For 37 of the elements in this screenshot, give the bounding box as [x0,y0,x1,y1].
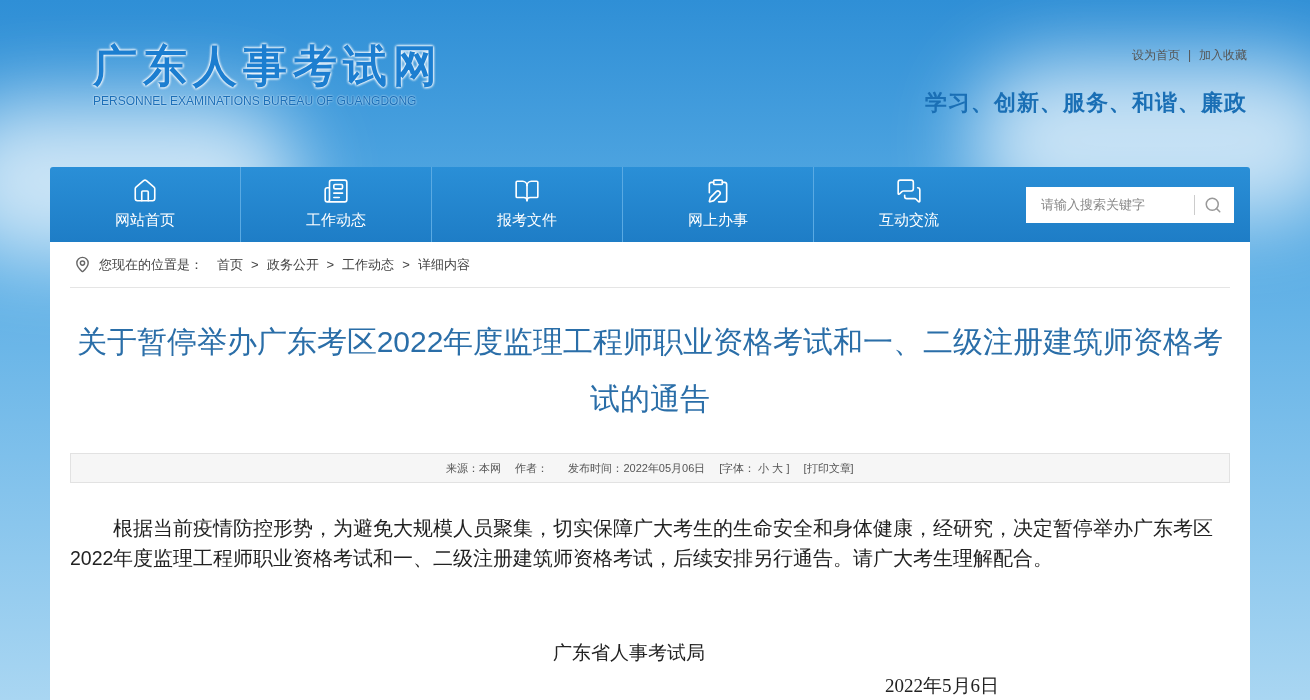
set-homepage-link[interactable]: 设为首页 [1131,46,1180,64]
breadcrumb-link[interactable]: 工作动态 [342,254,395,275]
publish-date: 发布时间：2022年05月06日 [568,460,706,476]
search-icon[interactable] [1204,195,1222,214]
nav-item[interactable]: 报考文件 [432,167,622,242]
breadcrumb-link[interactable]: 政务公开 [266,254,319,275]
nav-item[interactable]: 网上办事 [623,167,813,242]
signature: 广东省人事考试局 [553,642,705,663]
article-author: 作者： [515,460,549,476]
font-size-bracket: ] [786,460,790,476]
breadcrumb-separator: > [251,255,259,274]
breadcrumb-link[interactable]: 详细内容 [417,254,470,275]
link-separator: | [1187,47,1191,64]
signature-date: 2022年5月6日 [885,674,999,696]
home-icon [132,177,158,204]
bookmark-link[interactable]: 加入收藏 [1199,46,1247,64]
nav-item[interactable]: 工作动态 [241,167,431,242]
book-icon [514,177,540,204]
slogan: 学习、创新、服务、和谐、廉政 [925,89,1247,117]
article-body: 根据当前疫情防控形势，为避免大规模人员聚集，切实保障广大考生的生命安全和身体健康，经研究，决定暂停举办广东考区2022年度监理工程师职业资格考试和一、二级注册建筑师资格考试，后续安排另行通告。请广大考生理解配合。 [70,516,1214,571]
font-size-link[interactable]: 大 [772,459,784,477]
location-pin-icon [74,256,91,274]
breadcrumb-separator: > [326,255,335,274]
article-source: 来源：本网 [446,460,502,476]
document-icon [323,177,349,204]
breadcrumb-separator: > [402,255,410,274]
site-logo-subtitle: PERSONNEL EXAMINATIONS BUREAU OF GUANGDONG [93,93,418,109]
print-article-link[interactable]: [打印文章] [803,459,854,477]
article-title: 关于暂停举办广东考区2022年度监理工程师职业资格考试和一、二级注册建筑师资格考试的通告 [75,324,1225,418]
font-size-link[interactable]: 小 [758,459,770,477]
breadcrumb-link[interactable]: 首页 [217,254,243,275]
site-logo-title: 广东人事考试网 [93,40,443,92]
search-field[interactable]: 请输入搜索关键字 [1026,186,1234,223]
breadcrumb-label: 您现在的位置是： [99,255,203,274]
font-size-label: [字体： [719,460,756,476]
nav-item[interactable]: 互动交流 [814,167,1004,242]
chat-bubbles-icon [896,177,922,204]
